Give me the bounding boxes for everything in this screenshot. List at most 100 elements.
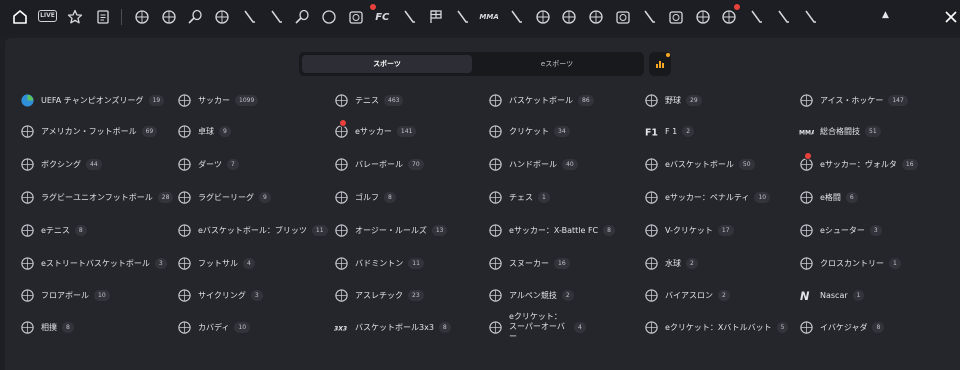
sport-item[interactable]: 3X3 バスケットボール3x3 8 [333,318,451,336]
ebasketball-icon[interactable] [614,8,632,26]
home-icon[interactable] [11,8,29,26]
sport-item[interactable]: e格闘 6 [798,188,858,206]
sport-item[interactable]: UEFA チャンピオンズリーグ 19 [19,91,165,109]
sport-item[interactable]: サイクリング 3 [176,286,263,304]
sport-item[interactable]: ハンドボール 40 [487,155,578,173]
sport-name: eサッカー：ペナルティ [665,192,750,202]
handball-icon[interactable] [587,8,605,26]
sport-item[interactable]: eストリートバスケットボール 3 [19,254,167,272]
collapse-caret-icon[interactable]: ▲ [882,10,889,20]
sport-item[interactable]: MMA 総合格闘技 51 [798,122,881,140]
event-count-badge: 8 [384,191,396,203]
event-count-badge: 7 [226,158,239,170]
soccer-icon[interactable] [160,8,178,26]
darts-icon[interactable] [534,8,552,26]
sport-item[interactable]: カバディ 10 [176,318,251,336]
sport-item[interactable]: バスケットボール 86 [487,91,594,109]
shooter-icon[interactable] [453,8,471,26]
tennis-ball-icon[interactable] [320,8,338,26]
sport-item[interactable]: アイス・ホッケー 147 [798,91,908,109]
rugby-icon[interactable] [694,8,712,26]
soccer-icon [176,92,192,108]
close-icon[interactable] [942,8,960,26]
sport-item[interactable]: eテニス 8 [19,221,87,239]
sport-item[interactable]: バイアスロン 2 [643,286,730,304]
sport-item[interactable]: オージー・ルールズ 13 [333,221,448,239]
sport-item[interactable]: eクリケット： スーパーオーバー 4 [487,312,586,341]
stats-button[interactable] [649,52,671,76]
cricket-bat-icon[interactable] [400,8,418,26]
sport-item[interactable]: フットサル 4 [176,254,255,272]
american-football-icon [19,123,35,139]
event-count-badge: 86 [578,94,594,106]
sport-item[interactable]: チェス 1 [487,188,550,206]
tab-sports[interactable]: スポーツ [302,55,472,73]
golf-icon[interactable] [747,8,765,26]
chess-icon[interactable] [801,8,819,26]
live-icon[interactable]: LIVE [38,10,57,22]
tab-esports[interactable]: eスポーツ [473,55,641,73]
sport-item[interactable]: 水球 2 [643,254,698,272]
basketball-icon[interactable] [213,8,231,26]
sport-item[interactable]: 卓球 9 [176,122,231,140]
volleyball-icon[interactable] [560,8,578,26]
sport-item[interactable]: クロスカントリー 1 [798,254,901,272]
sport-item[interactable]: 相撲 8 [19,318,74,336]
sport-item[interactable]: eサッカー：X-Battle FC 8 [487,221,615,239]
sport-item[interactable]: N Nascar 1 [798,286,865,304]
event-count-badge: 6 [845,191,858,203]
sport-item[interactable]: ラグビーリーグ 9 [176,188,271,206]
sport-item[interactable]: サッカー 1099 [176,91,259,109]
sport-item[interactable]: フロアボール 10 [19,286,110,304]
sport-item[interactable]: eバスケットボール：ブリッツ 11 [176,221,328,239]
globe-soccer-icon[interactable] [133,8,151,26]
fc-icon[interactable]: FC [373,8,391,26]
sport-item[interactable]: eバスケットボール 50 [643,155,755,173]
esoccer-volta-icon[interactable] [667,8,685,26]
table-tennis-icon[interactable] [293,8,311,26]
esoccer-icon[interactable] [347,8,365,26]
handball-icon [487,156,503,172]
sport-item[interactable]: バドミントン 11 [333,254,424,272]
sport-item[interactable]: eサッカー：ペナルティ 10 [643,188,771,206]
sport-item[interactable]: クリケット 34 [487,122,570,140]
sport-item[interactable]: 野球 29 [643,91,702,109]
valorant-icon[interactable] [640,8,658,26]
golf-icon [333,189,349,205]
cross-country-icon [798,255,814,271]
sport-item[interactable]: テニス 463 [333,91,404,109]
sport-item[interactable]: V-クリケット 17 [643,221,734,239]
hockey-icon[interactable] [267,8,285,26]
sport-item[interactable]: アルペン競技 2 [487,286,574,304]
star-icon[interactable] [66,8,84,26]
boxing-icon[interactable] [507,8,525,26]
event-count-badge: 9 [219,125,231,137]
sport-item[interactable]: スヌーカー 16 [487,254,570,272]
sport-item[interactable]: バレーボール 70 [333,155,424,173]
sport-item[interactable]: アスレチック 23 [333,286,424,304]
sport-item[interactable]: eクリケット：Xバトルバット 5 [643,318,789,336]
sport-name: オージー・ルールズ [355,225,427,235]
sport-item[interactable]: ボクシング 44 [19,155,102,173]
sport-item[interactable]: アメリカン・フットボール 69 [19,122,158,140]
ebasketball-blitz-icon [176,222,192,238]
racing-flag-icon[interactable] [427,8,445,26]
mma-icon[interactable]: MMA [479,8,498,26]
cricket-icon[interactable] [240,8,258,26]
tennis-icon[interactable] [186,8,204,26]
sport-item[interactable]: eサッカー：ヴォルタ 16 [798,152,918,173]
betslip-icon[interactable] [94,8,112,26]
sport-item[interactable]: eサッカー 141 [333,119,417,140]
hot-badge [369,3,377,11]
top-nav-bar: LIVE FC MMA ▲ [0,0,960,34]
event-count-badge: 147 [888,94,908,106]
valorant-logo-icon[interactable] [774,8,792,26]
event-count-badge: 10 [234,321,251,333]
topbar-divider [121,9,122,25]
sport-item[interactable]: ダーツ 7 [176,155,239,173]
sport-item[interactable]: eシューター 3 [798,221,882,239]
sport-item[interactable]: イバケジャダ 8 [798,318,885,336]
sport-item[interactable]: ゴルフ 8 [333,188,396,206]
sport-item[interactable]: ラグビーユニオンフットボール 28 [19,188,174,206]
sport-item[interactable]: F1 F 1 2 [643,122,695,140]
